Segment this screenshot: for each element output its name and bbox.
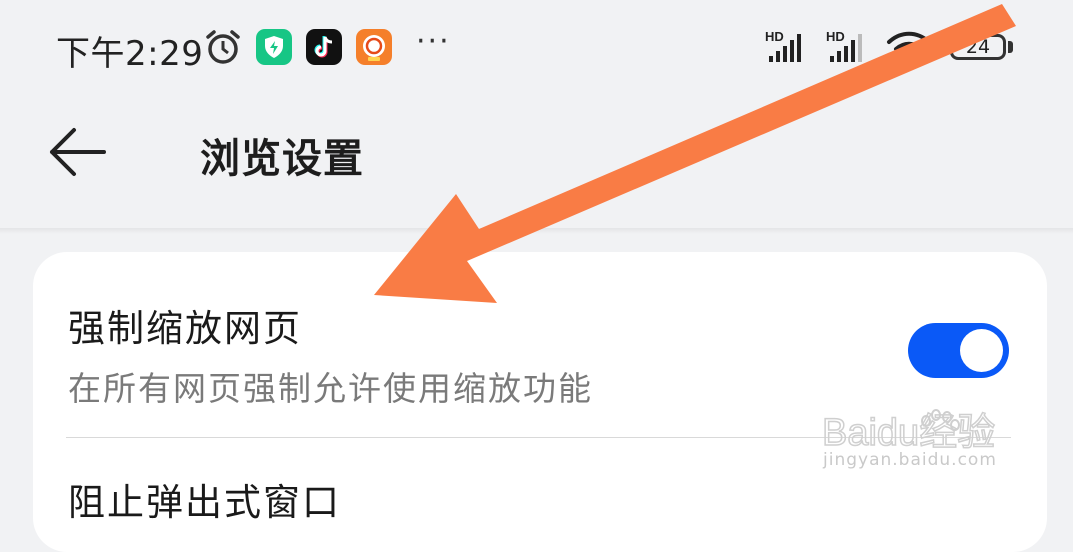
- svg-text:Baidu经验: Baidu经验: [822, 412, 995, 454]
- force-zoom-toggle[interactable]: [908, 323, 1009, 378]
- svg-text:HD: HD: [765, 29, 784, 44]
- security-app-icon: [256, 29, 292, 65]
- cellular-signal-icon-2: HD: [826, 29, 862, 62]
- page-title: 浏览设置: [200, 136, 364, 182]
- cellular-signal-icon: HD: [765, 29, 801, 62]
- wifi-icon: [887, 31, 931, 58]
- alarm-clock-icon: [206, 30, 240, 64]
- more-notifications-icon: ···: [416, 24, 451, 59]
- taobao-app-icon: [356, 29, 392, 65]
- setting-force-zoom-description: 在所有网页强制允许使用缩放功能: [68, 369, 593, 408]
- setting-force-zoom-title: 强制缩放网页: [68, 307, 302, 350]
- back-arrow-icon[interactable]: [48, 124, 108, 180]
- watermark-url: jingyan.baidu.com: [823, 450, 997, 470]
- svg-text:HD: HD: [826, 29, 845, 44]
- header-divider: [0, 228, 1073, 234]
- toggle-knob: [960, 329, 1003, 372]
- tiktok-app-icon: [306, 29, 342, 65]
- setting-block-popups-title[interactable]: 阻止弹出式窗口: [68, 472, 341, 526]
- battery-tip: [1008, 41, 1013, 53]
- status-bar: 下午2:29 ··· HD HD 24: [0, 0, 1073, 95]
- status-time: 下午2:29: [56, 34, 204, 74]
- battery-level: 24: [965, 36, 991, 58]
